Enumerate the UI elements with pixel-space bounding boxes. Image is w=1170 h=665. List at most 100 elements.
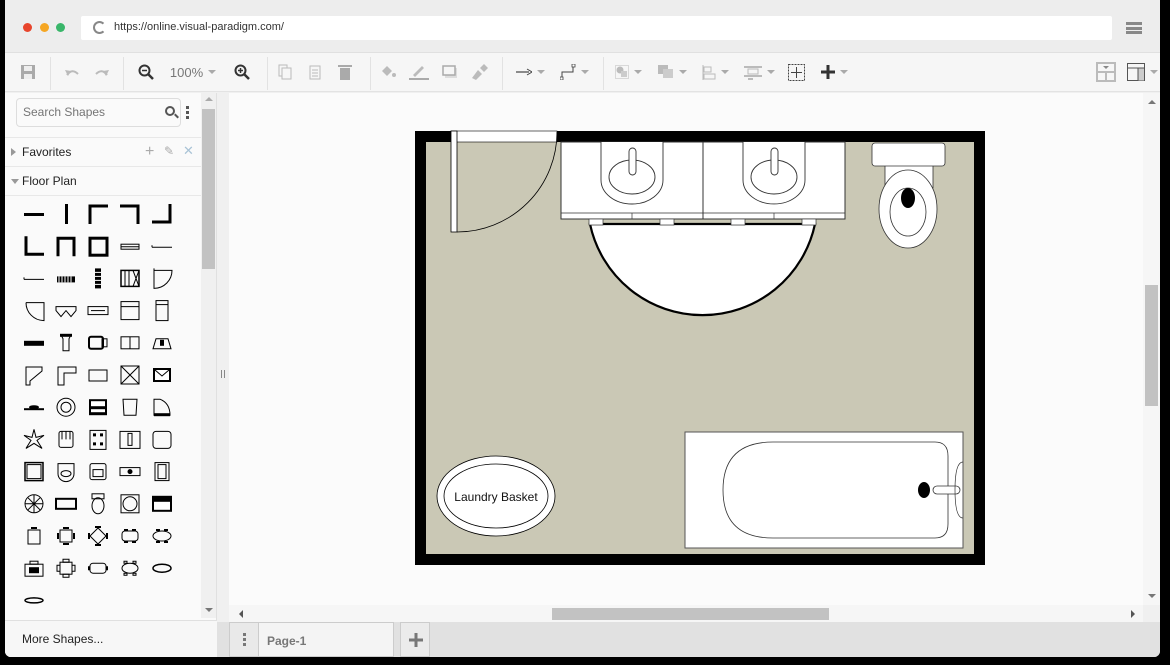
floor-plan-shape[interactable] (153, 268, 173, 289)
search-icon[interactable] (165, 106, 175, 116)
floor-plan-shape[interactable] (57, 276, 75, 283)
select-all-button[interactable] (787, 61, 805, 83)
section-floor-plan[interactable]: Floor Plan (5, 166, 201, 194)
sidebar-toggle-dropdown[interactable] (1125, 61, 1159, 83)
floor-plan-shape[interactable] (65, 204, 68, 224)
floor-plan-shape[interactable] (88, 335, 108, 350)
floor-plan-shape[interactable] (89, 399, 107, 416)
floor-plan-shape[interactable] (23, 277, 44, 280)
hamburger-menu-icon[interactable] (1126, 22, 1142, 34)
bathtub[interactable] (684, 431, 964, 549)
floor-plan-shape[interactable] (152, 529, 172, 543)
canvas-horizontal-scrollbar[interactable] (229, 605, 1143, 622)
floor-plan-shape[interactable] (57, 366, 77, 386)
distribute-dropdown[interactable] (740, 61, 778, 83)
address-bar[interactable]: https://online.visual-paradigm.com/ (81, 16, 1112, 40)
double-sink-vanity[interactable] (560, 141, 846, 226)
format-painter-button[interactable] (469, 61, 489, 83)
sidebar-scrollbar[interactable] (201, 93, 216, 618)
connector-straight-dropdown[interactable] (512, 61, 548, 83)
scroll-left-icon[interactable] (239, 610, 243, 618)
scroll-right-icon[interactable] (1131, 610, 1135, 618)
floor-plan-shape[interactable] (57, 527, 75, 545)
floor-plan-shape[interactable] (88, 526, 108, 546)
floor-plan-shape[interactable] (88, 562, 108, 574)
paste-button[interactable] (307, 61, 323, 83)
close-icon[interactable]: ✕ (183, 143, 194, 159)
zoom-in-button[interactable] (233, 61, 251, 83)
canvas-vertical-scrollbar[interactable] (1143, 93, 1160, 605)
floor-plan-shape[interactable] (89, 463, 107, 481)
vertical-scroll-thumb[interactable] (1145, 285, 1158, 406)
add-page-button[interactable] (400, 622, 430, 657)
horizontal-scroll-thumb[interactable] (552, 608, 829, 620)
floor-plan-shape[interactable] (120, 301, 140, 321)
floor-plan-shape[interactable] (120, 365, 140, 385)
floor-plan-shape[interactable] (151, 245, 172, 248)
floor-plan-shape[interactable] (121, 529, 139, 543)
zoom-level-dropdown[interactable]: 100% (165, 61, 221, 83)
floor-plan-shape[interactable] (121, 560, 139, 576)
maximize-window-button[interactable] (56, 23, 65, 32)
floor-plan-shape[interactable] (58, 430, 74, 448)
arrange-dropdown[interactable] (612, 61, 644, 83)
floor-plan-shape[interactable] (120, 243, 140, 250)
floor-plan-shape[interactable] (24, 494, 44, 514)
sidebar-splitter[interactable] (217, 93, 229, 623)
floor-plan-shape[interactable] (88, 204, 108, 224)
floor-plan-shape[interactable] (56, 397, 76, 417)
floor-plan-shape[interactable] (120, 269, 140, 288)
floor-plan-shape[interactable] (57, 463, 75, 483)
floor-plan-shape[interactable] (24, 560, 44, 577)
connector-elbow-dropdown[interactable] (556, 61, 592, 83)
floor-plan-shape[interactable] (23, 429, 45, 449)
floor-plan-shape[interactable] (119, 430, 141, 449)
minimize-window-button[interactable] (40, 23, 49, 32)
shadow-button[interactable] (441, 61, 459, 83)
floor-plan-shape[interactable] (120, 336, 140, 350)
panel-layout-button[interactable] (1095, 61, 1117, 83)
redo-button[interactable] (93, 61, 111, 83)
insert-dropdown[interactable] (816, 61, 852, 83)
floor-plan-shape[interactable] (56, 558, 76, 578)
copy-button[interactable] (277, 61, 293, 83)
floor-plan-shape[interactable] (24, 340, 44, 346)
scroll-up-icon[interactable] (1148, 100, 1156, 104)
floor-plan-diagram[interactable]: Laundry Basket (229, 93, 1143, 605)
floor-plan-shape[interactable] (55, 306, 77, 318)
search-shapes-box[interactable] (16, 98, 181, 127)
floor-plan-shape[interactable] (24, 405, 44, 411)
scroll-down-icon[interactable] (1148, 594, 1156, 598)
floor-plan-shape[interactable] (88, 369, 108, 382)
floor-plan-shape[interactable] (119, 467, 141, 477)
close-window-button[interactable] (23, 23, 32, 32)
floor-plan-shape[interactable] (95, 268, 101, 289)
floor-plan-shape[interactable] (89, 429, 107, 450)
floor-plan-shape[interactable] (27, 527, 41, 545)
add-favorite-icon[interactable]: + (145, 143, 154, 161)
floor-plan-shape[interactable] (155, 300, 169, 322)
fill-color-button[interactable] (379, 61, 397, 83)
floor-plan-shape[interactable] (120, 204, 140, 224)
floor-plan-shape[interactable] (152, 563, 172, 573)
laundry-basket[interactable]: Laundry Basket (436, 455, 556, 537)
section-favorites[interactable]: Favorites + ✎ ✕ (5, 137, 201, 165)
more-options-icon[interactable] (186, 106, 189, 121)
more-shapes-button[interactable]: More Shapes... (5, 620, 217, 657)
floor-plan-shape[interactable] (122, 398, 138, 416)
floor-plan-shape[interactable] (88, 236, 109, 257)
page-tab[interactable]: Page-1 (259, 622, 394, 657)
floor-plan-shape[interactable] (152, 204, 172, 224)
floor-plan-shape[interactable] (56, 236, 76, 257)
undo-button[interactable] (63, 61, 81, 83)
edit-pencil-icon[interactable]: ✎ (164, 144, 174, 158)
align-dropdown[interactable] (699, 61, 731, 83)
zoom-out-button[interactable] (137, 61, 155, 83)
floor-plan-shape[interactable] (153, 398, 171, 417)
floor-plan-shape[interactable] (24, 213, 44, 216)
search-shapes-input[interactable] (23, 105, 153, 119)
floor-plan-shape[interactable] (25, 366, 43, 386)
drag-handle-icon[interactable] (221, 370, 225, 378)
floor-plan-shape[interactable] (24, 461, 44, 482)
line-color-button[interactable] (409, 61, 429, 83)
